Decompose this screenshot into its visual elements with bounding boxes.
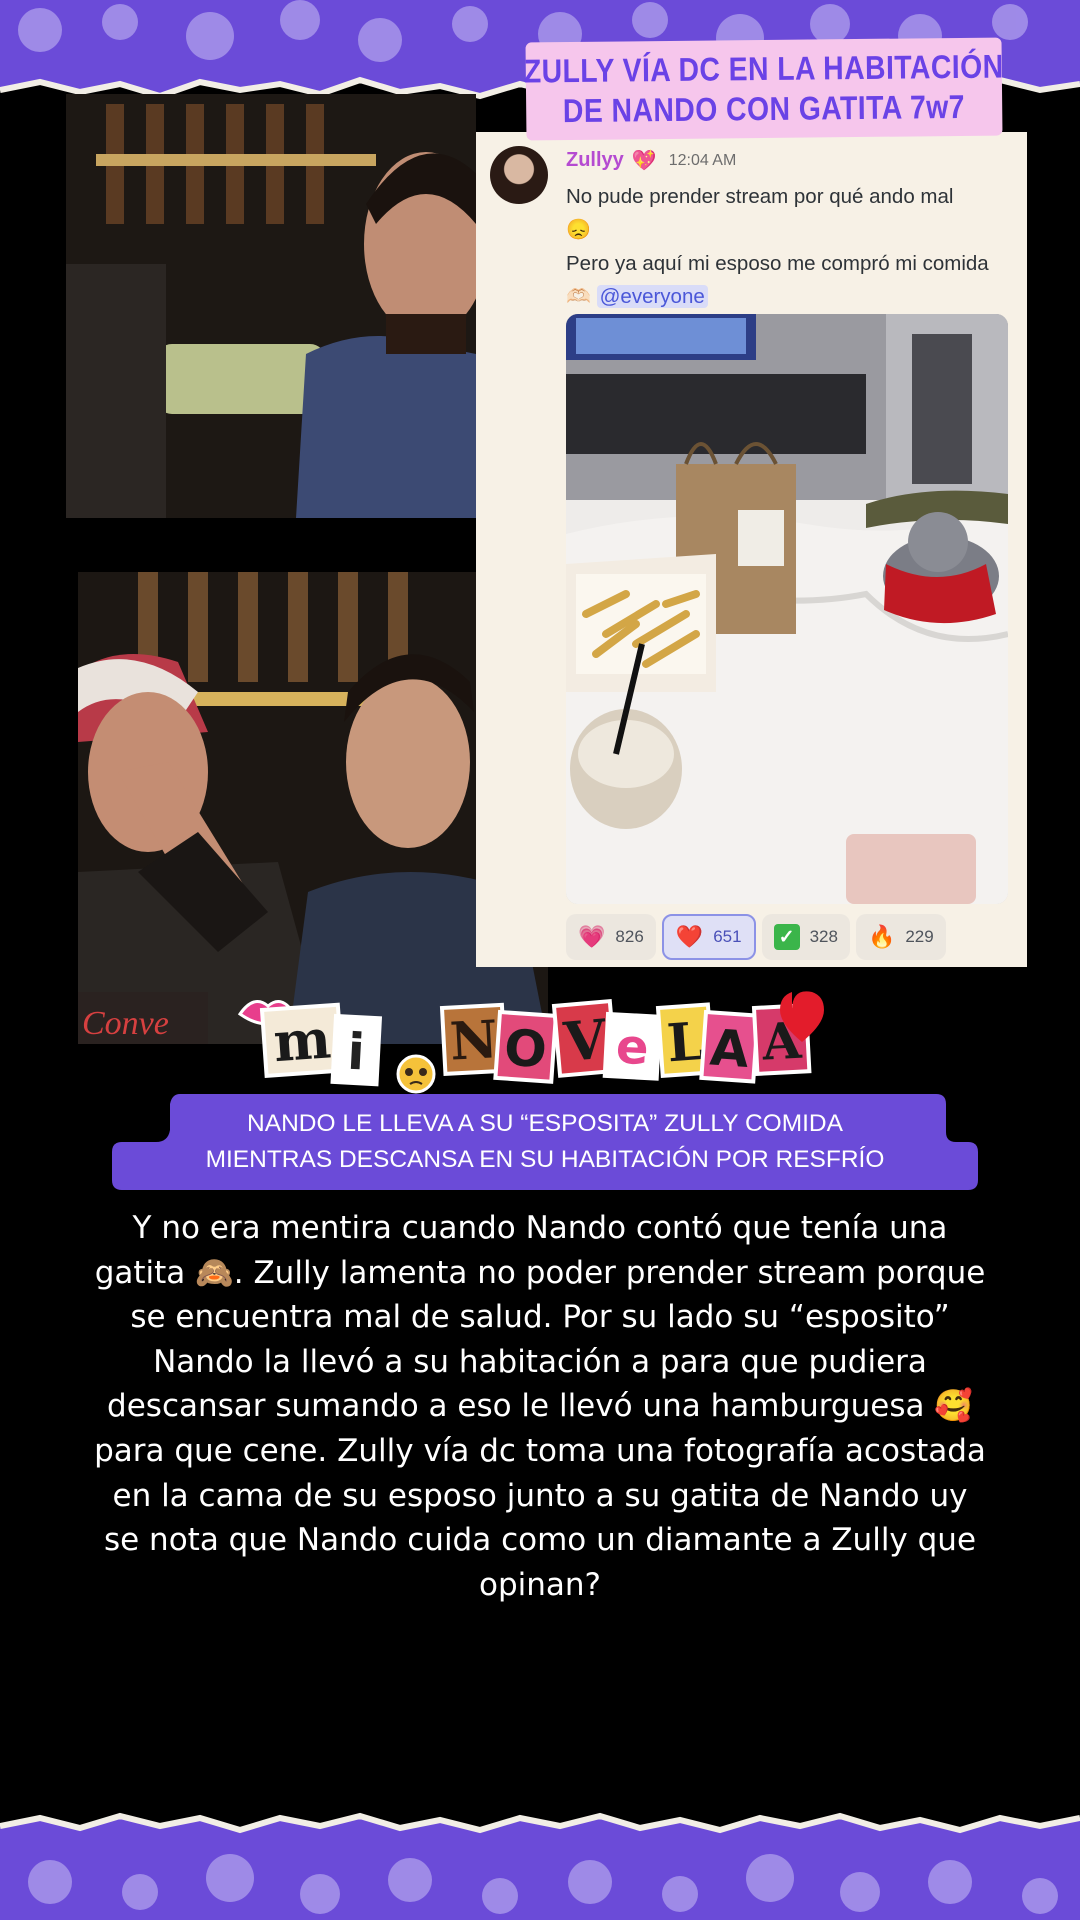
logo-letter: N <box>448 1009 499 1072</box>
headline-line-1: NANDO LE LLEVA A SU “ESPOSITA” ZULLY COM… <box>247 1110 843 1137</box>
headline-banner: NANDO LE LLEVA A SU “ESPOSITA” ZULLY COM… <box>112 1094 978 1190</box>
reaction-red-heart[interactable]: ❤️ 651 <box>661 914 756 960</box>
heart-hands-icon: 🫶🏻 <box>566 286 591 308</box>
title-line-2: DE NANDO CON GATITA 7w7 <box>563 87 966 130</box>
reaction-pink-heart[interactable]: 💗 826 <box>566 914 656 960</box>
red-heart-icon: ❤️ <box>675 924 704 949</box>
reaction-count: 229 <box>905 927 934 946</box>
reaction-bar: 💗 826 ❤️ 651 ✓ 328 🔥 229 <box>566 914 946 960</box>
reaction-check-mark[interactable]: ✓ 328 <box>761 914 850 960</box>
logo-letter: V <box>560 1007 609 1075</box>
check-mark-icon: ✓ <box>773 924 800 950</box>
message-timestamp: 12:04 AM <box>668 151 737 169</box>
reaction-count: 328 <box>809 927 838 946</box>
everyone-mention[interactable]: @everyone <box>596 285 708 308</box>
message-header: Zullyy 💖 12:04 AM <box>566 148 736 173</box>
sad-face-icon: 😞 <box>566 219 591 241</box>
username[interactable]: Zullyy <box>566 149 624 172</box>
logo-letters: m i N O V e L A A <box>259 998 812 1094</box>
fire-icon: 🔥 <box>867 924 896 949</box>
svg-text:Conve: Conve <box>82 1005 169 1042</box>
logo-letter: O <box>502 1018 548 1079</box>
reaction-count: 826 <box>615 927 644 946</box>
headline-line-2: MIENTRAS DESCANSA EN SU HABITACIÓN POR R… <box>205 1146 885 1173</box>
logo-letter: A <box>708 1018 751 1079</box>
logo-letter: L <box>665 1011 706 1074</box>
mi-novela-logo: m i N O V e L A A <box>232 990 832 1094</box>
reaction-fire[interactable]: 🔥 229 <box>855 914 946 960</box>
logo-letter: m <box>271 1006 332 1074</box>
pink-heart-icon: 💗 <box>578 924 606 949</box>
message-body: No pude prender stream por qué ando mal … <box>566 180 1016 314</box>
pleading-face-icon <box>396 1054 436 1094</box>
stream-frame-top <box>66 94 476 518</box>
logo-letter: i <box>346 1023 366 1082</box>
message-line-1: No pude prender stream por qué ando mal <box>566 185 954 208</box>
title-ribbon: ZULLY VÍA DC EN LA HABITACIÓN DE NANDO C… <box>523 37 1004 141</box>
title-line-1: ZULLY VÍA DC EN LA HABITACIÓN <box>523 47 1004 90</box>
caption-paragraph: Y no era mentira cuando Nando contó que … <box>94 1210 986 1603</box>
discord-message-card: Zullyy 💖 12:04 AM No pude prender stream… <box>476 132 1027 967</box>
logo-letter: e <box>615 1019 650 1077</box>
message-line-2: Pero ya aquí mi esposo me compró mi comi… <box>566 252 989 275</box>
heart-badge-icon: 💖 <box>631 150 657 172</box>
reaction-count: 651 <box>713 927 742 946</box>
bottom-collage-banner <box>0 1812 1080 1920</box>
user-avatar[interactable] <box>490 146 548 204</box>
attached-photo[interactable] <box>566 314 1008 904</box>
